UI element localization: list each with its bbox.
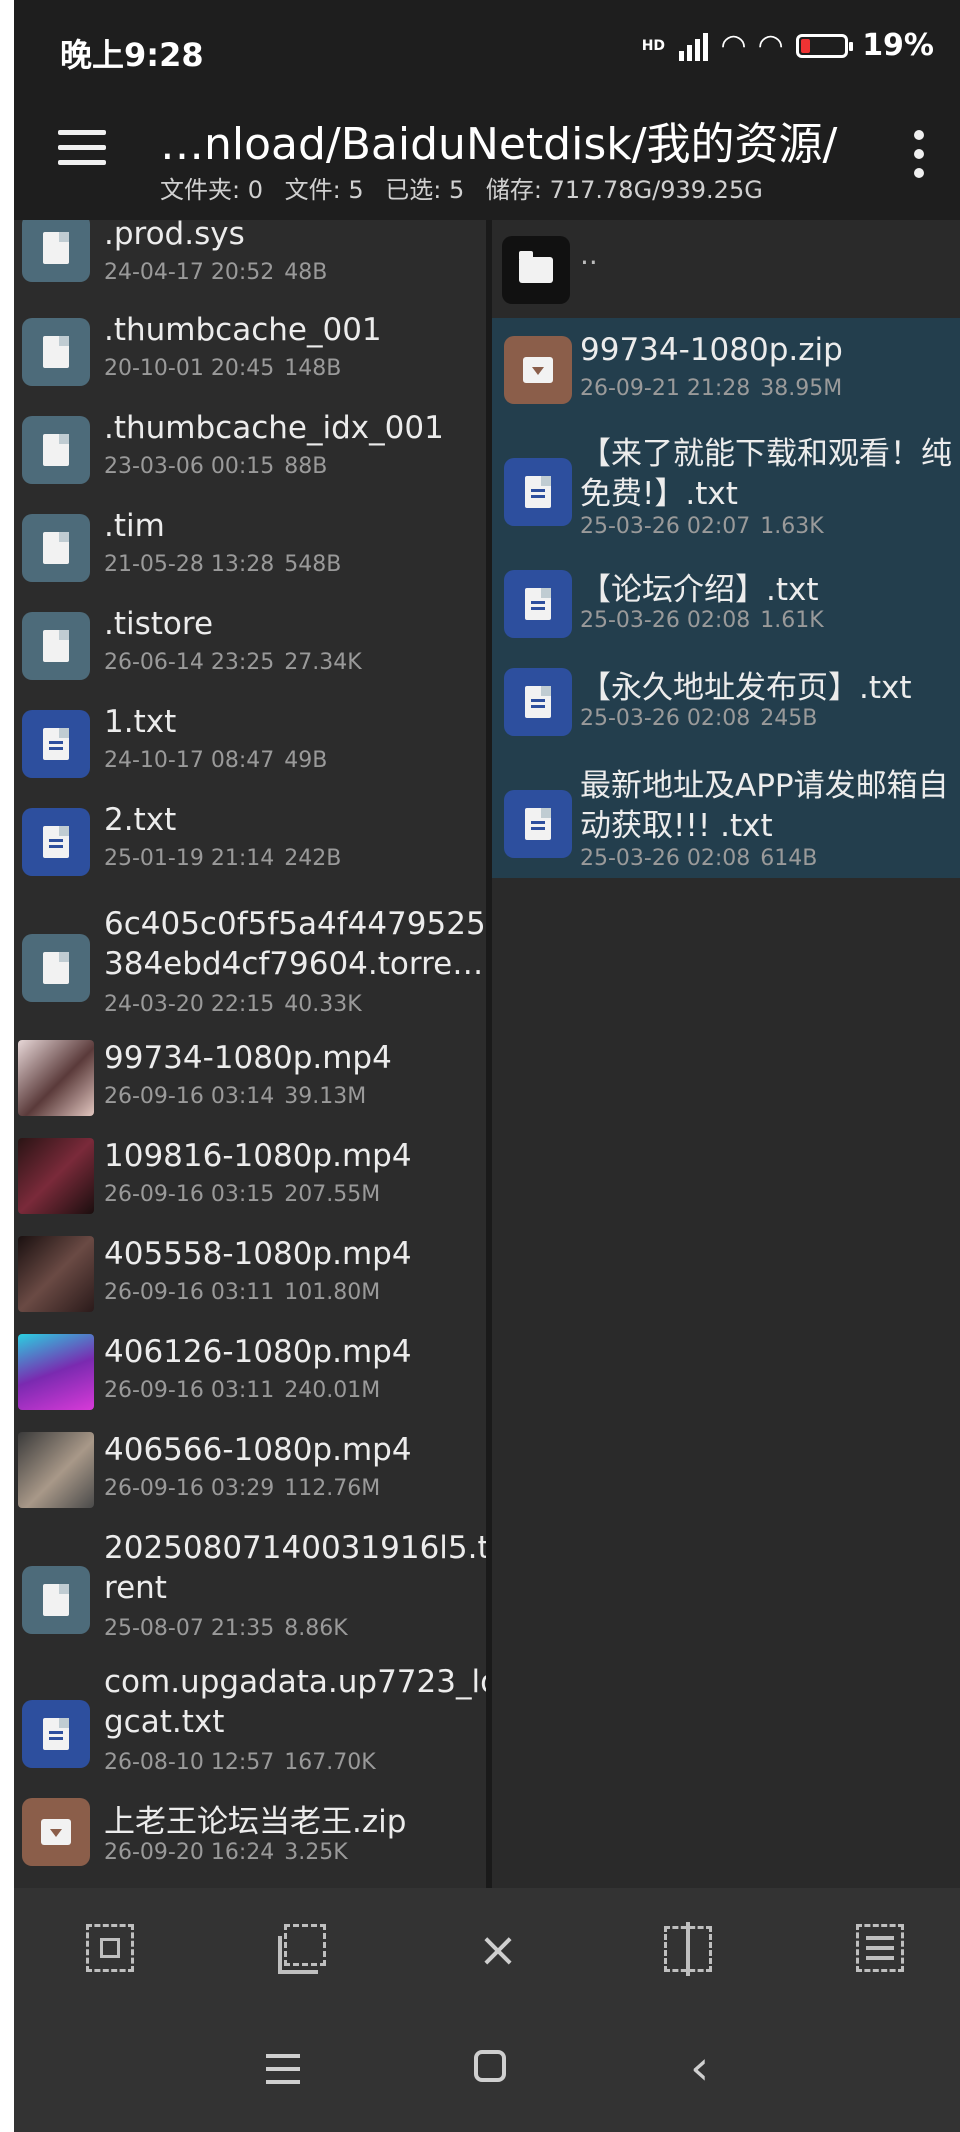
video-thumbnail xyxy=(18,1138,94,1214)
video-thumbnail xyxy=(18,1334,94,1410)
file-icon xyxy=(22,318,90,386)
select-all-icon[interactable] xyxy=(84,1922,140,1978)
battery-percent: 19% xyxy=(862,28,934,63)
video-thumbnail xyxy=(18,1040,94,1116)
hd-label: HD xyxy=(641,37,666,54)
status-bar: 晚上9:28 HD ◠ ◠ 19% xyxy=(14,0,960,90)
archive-icon xyxy=(504,336,572,404)
text-file-icon xyxy=(22,808,90,876)
video-thumbnail xyxy=(18,1236,94,1312)
selected-count: 已选: 5 xyxy=(385,176,465,204)
close-icon[interactable]: × xyxy=(470,1922,526,1978)
battery-icon xyxy=(796,33,854,58)
signal-icon xyxy=(679,31,709,61)
status-icons: HD ◠ ◠ 19% xyxy=(642,28,934,63)
archive-icon xyxy=(22,1798,90,1866)
storage-info: 储存: 717.78G/939.25G xyxy=(485,176,763,204)
split-view-icon[interactable] xyxy=(662,1922,718,1978)
hotspot-icon: ◠ xyxy=(759,28,783,63)
more-options-icon[interactable] xyxy=(914,130,926,178)
folder-icon xyxy=(502,236,570,304)
back-icon[interactable]: ‹ xyxy=(690,2040,709,2096)
select-list-icon[interactable] xyxy=(854,1922,910,1978)
select-range-icon[interactable] xyxy=(276,1922,332,1978)
file-count: 文件: 5 xyxy=(284,176,364,204)
text-file-icon xyxy=(504,790,572,858)
file-icon xyxy=(22,612,90,680)
status-time: 晚上9:28 xyxy=(60,36,204,74)
wifi-icon: ◠ xyxy=(722,28,746,63)
text-file-icon xyxy=(504,668,572,736)
file-icon xyxy=(22,514,90,582)
app-header: …nload/BaiduNetdisk/我的资源/ 文件夹: 0 文件: 5 已… xyxy=(14,90,960,220)
text-file-icon xyxy=(504,570,572,638)
video-thumbnail xyxy=(18,1432,94,1508)
right-file-pane[interactable]: .. 99734-1080p.zip 26-09-21 21:28 38.95M … xyxy=(492,220,960,1888)
recent-apps-icon[interactable] xyxy=(266,2054,300,2093)
file-icon xyxy=(22,1566,90,1634)
path-summary: 文件夹: 0 文件: 5 已选: 5 储存: 717.78G/939.25G xyxy=(160,170,777,205)
file-icon xyxy=(22,416,90,484)
file-icon xyxy=(22,220,90,282)
text-file-icon xyxy=(22,1700,90,1768)
home-icon[interactable] xyxy=(474,2050,506,2082)
bottom-toolbar: × xyxy=(14,1888,960,2010)
text-file-icon xyxy=(22,710,90,778)
app-screen: 晚上9:28 HD ◠ ◠ 19% …nload/BaiduNetdisk/我的… xyxy=(14,0,960,2132)
menu-icon[interactable] xyxy=(58,130,106,170)
folder-count: 文件夹: 0 xyxy=(160,176,263,204)
current-path: …nload/BaiduNetdisk/我的资源/ xyxy=(160,119,838,170)
list-item[interactable]: .prod.sys 24-04-17 20:52 48B xyxy=(14,220,486,298)
left-file-pane[interactable]: .prod.sys 24-04-17 20:52 48B .thumbcache_… xyxy=(14,220,486,1888)
file-icon xyxy=(22,934,90,1002)
system-nav-bar: ‹ xyxy=(14,2010,960,2132)
text-file-icon xyxy=(504,458,572,526)
